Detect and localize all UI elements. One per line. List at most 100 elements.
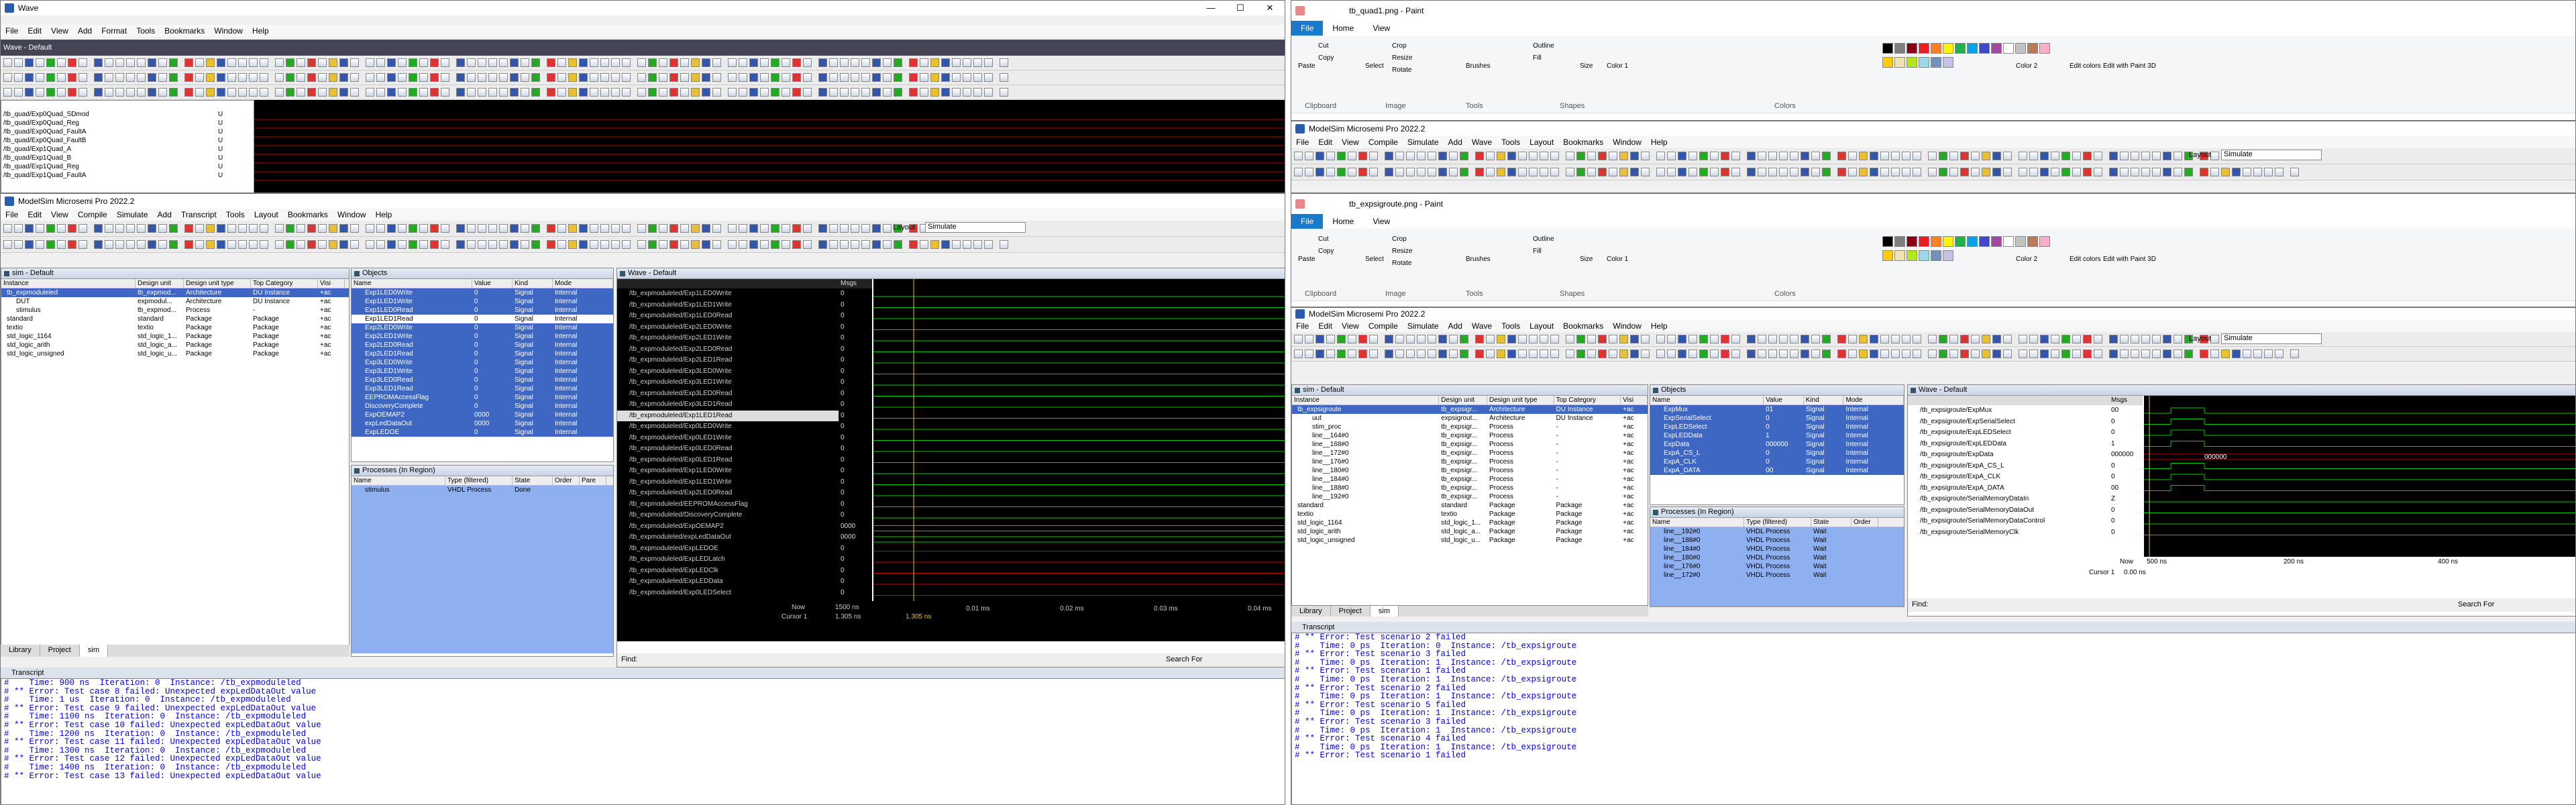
toolbar-button-icon[interactable] [930, 240, 939, 249]
toolbar-button-icon[interactable] [930, 58, 939, 67]
toolbar-button-icon[interactable] [894, 73, 902, 82]
toolbar-button-icon[interactable] [1667, 350, 1676, 358]
toolbar-button-icon[interactable] [1982, 335, 1990, 343]
toolbar-button-icon[interactable] [1550, 335, 1559, 343]
toolbar-button-icon[interactable] [1598, 168, 1607, 176]
process-row[interactable]: line__176#0 VHDL Process Wait [1650, 562, 1904, 571]
toolbar-button-icon[interactable] [1656, 152, 1665, 160]
toolbar-button-icon[interactable] [1316, 168, 1324, 176]
toolbar-button-icon[interactable] [275, 88, 284, 97]
toolbar-button-icon[interactable] [307, 88, 316, 97]
menu-item-window[interactable]: Window [333, 210, 371, 219]
toolbar-button-icon[interactable] [2152, 335, 2161, 343]
sim-tree-row[interactable]: tb_expmoduleled tb_expmod... Architecture D… [1, 288, 349, 297]
toolbar-button-icon[interactable] [1428, 350, 1436, 358]
toolbar-button-icon[interactable] [1305, 335, 1313, 343]
toolbar-button-icon[interactable] [568, 58, 577, 67]
toolbar-button-icon[interactable] [1369, 335, 1378, 343]
toolbar-button-icon[interactable] [286, 88, 294, 97]
object-row[interactable]: Exp3LED0Write 0 Signal Internal [352, 358, 613, 367]
toolbar-button-icon[interactable] [680, 88, 689, 97]
menu-item-tools[interactable]: Tools [221, 210, 250, 219]
toolbar-button-icon[interactable] [350, 88, 359, 97]
toolbar-button-icon[interactable] [1529, 168, 1538, 176]
toolbar-button-icon[interactable] [1939, 350, 1947, 358]
wave-signal-row[interactable]: /tb_expmoduleled/Exp2LED1Read [617, 355, 839, 366]
toolbar-button-icon[interactable] [1688, 335, 1697, 343]
toolbar-button-icon[interactable] [217, 88, 225, 97]
toolbar-button-icon[interactable] [2120, 335, 2129, 343]
toolbar-button-icon[interactable] [89, 240, 92, 249]
layout-select[interactable]: Simulate [2221, 150, 2322, 160]
toolbar-button-icon[interactable] [883, 58, 892, 67]
toolbar-button-icon[interactable] [57, 88, 66, 97]
toolbar-button-icon[interactable] [169, 224, 178, 233]
menu-item-compile[interactable]: Compile [73, 210, 112, 219]
toolbar-button-icon[interactable] [952, 73, 961, 82]
toolbar-button-icon[interactable] [478, 224, 486, 233]
toolbar-button-icon[interactable] [2286, 168, 2288, 176]
toolbar-button-icon[interactable] [148, 73, 156, 82]
color-swatch[interactable] [1931, 236, 1941, 247]
toolbar-button-icon[interactable] [739, 240, 747, 249]
toolbar-button-icon[interactable] [1880, 335, 1889, 343]
toolbar-button-icon[interactable] [249, 224, 258, 233]
toolbar-button-icon[interactable] [648, 58, 657, 67]
toolbar-button-icon[interactable] [387, 240, 396, 249]
toolbar-button-icon[interactable] [1678, 350, 1686, 358]
toolbar-button-icon[interactable] [1699, 168, 1708, 176]
toolbar-button-icon[interactable] [2003, 152, 2012, 160]
sim-tree-row[interactable]: line__188#0 tb_expsigr... Process - +ac [1292, 484, 1648, 492]
toolbar-button-icon[interactable] [1550, 350, 1559, 358]
toolbar-button-icon[interactable] [851, 88, 859, 97]
toolbar-button-icon[interactable] [659, 73, 667, 82]
toolbar-button-icon[interactable] [1630, 168, 1639, 176]
toolbar-button-icon[interactable] [2072, 350, 2081, 358]
toolbar-button-icon[interactable] [633, 224, 635, 233]
toolbar-button-icon[interactable] [361, 88, 364, 97]
toolbar-button-icon[interactable] [361, 240, 364, 249]
search-for-button[interactable]: Search For [1166, 655, 1202, 663]
toolbar-button-icon[interactable] [217, 73, 225, 82]
toolbar-button-icon[interactable] [169, 240, 178, 249]
toolbar-button-icon[interactable] [419, 73, 428, 82]
toolbar-button-icon[interactable] [2174, 350, 2182, 358]
sim-tree-row[interactable]: standard standard Package Package +ac [1292, 501, 1648, 510]
ribbon-tab-view[interactable]: View [1363, 214, 1399, 229]
toolbar-button-icon[interactable] [579, 58, 588, 67]
toolbar-button-icon[interactable] [691, 88, 700, 97]
toolbar-button-icon[interactable] [126, 88, 135, 97]
menu-item-format[interactable]: Format [97, 26, 131, 36]
ribbon-button[interactable]: Edit colors [2070, 62, 2101, 70]
toolbar-button-icon[interactable] [3, 58, 12, 67]
toolbar-button-icon[interactable] [510, 224, 519, 233]
color-swatch[interactable] [1943, 236, 1953, 247]
toolbar-button-icon[interactable] [297, 224, 305, 233]
toolbar-button-icon[interactable] [521, 58, 529, 67]
toolbar-button-icon[interactable] [451, 73, 454, 82]
toolbar-button-icon[interactable] [46, 224, 55, 233]
column-header[interactable]: Top Category [251, 279, 318, 288]
toolbar-button-icon[interactable] [1758, 335, 1766, 343]
wave-signal-row[interactable]: /tb_expsigroute/SerialMemoryDataOut [1908, 505, 2109, 517]
toolbar-button-icon[interactable] [792, 73, 801, 82]
toolbar-button-icon[interactable] [260, 88, 268, 97]
toolbar-button-icon[interactable] [1449, 350, 1458, 358]
signal-row[interactable]: /tb_quad/Exp1Quad_FaultA U [1, 171, 254, 180]
toolbar-button-icon[interactable] [2051, 168, 2059, 176]
object-row[interactable]: ExpA_CLK 0 Signal Internal [1650, 458, 1904, 466]
toolbar-button-icon[interactable] [984, 73, 993, 82]
toolbar-button-icon[interactable] [1939, 152, 1947, 160]
toolbar-button-icon[interactable] [68, 88, 76, 97]
toolbar-button-icon[interactable] [1609, 335, 1617, 343]
object-row[interactable]: Exp3LED1Write 0 Signal Internal [352, 367, 613, 376]
toolbar-button-icon[interactable] [249, 240, 258, 249]
toolbar-button-icon[interactable] [568, 73, 577, 82]
toolbar-button-icon[interactable] [1358, 335, 1367, 343]
toolbar-button-icon[interactable] [1000, 73, 1008, 82]
color-swatch[interactable] [2039, 43, 2050, 54]
toolbar-button-icon[interactable] [1641, 350, 1650, 358]
toolbar-button-icon[interactable] [818, 224, 827, 233]
sim-tree-row[interactable]: line__192#0 tb_expsigr... Process - +ac [1292, 492, 1648, 501]
toolbar-button-icon[interactable] [792, 88, 801, 97]
